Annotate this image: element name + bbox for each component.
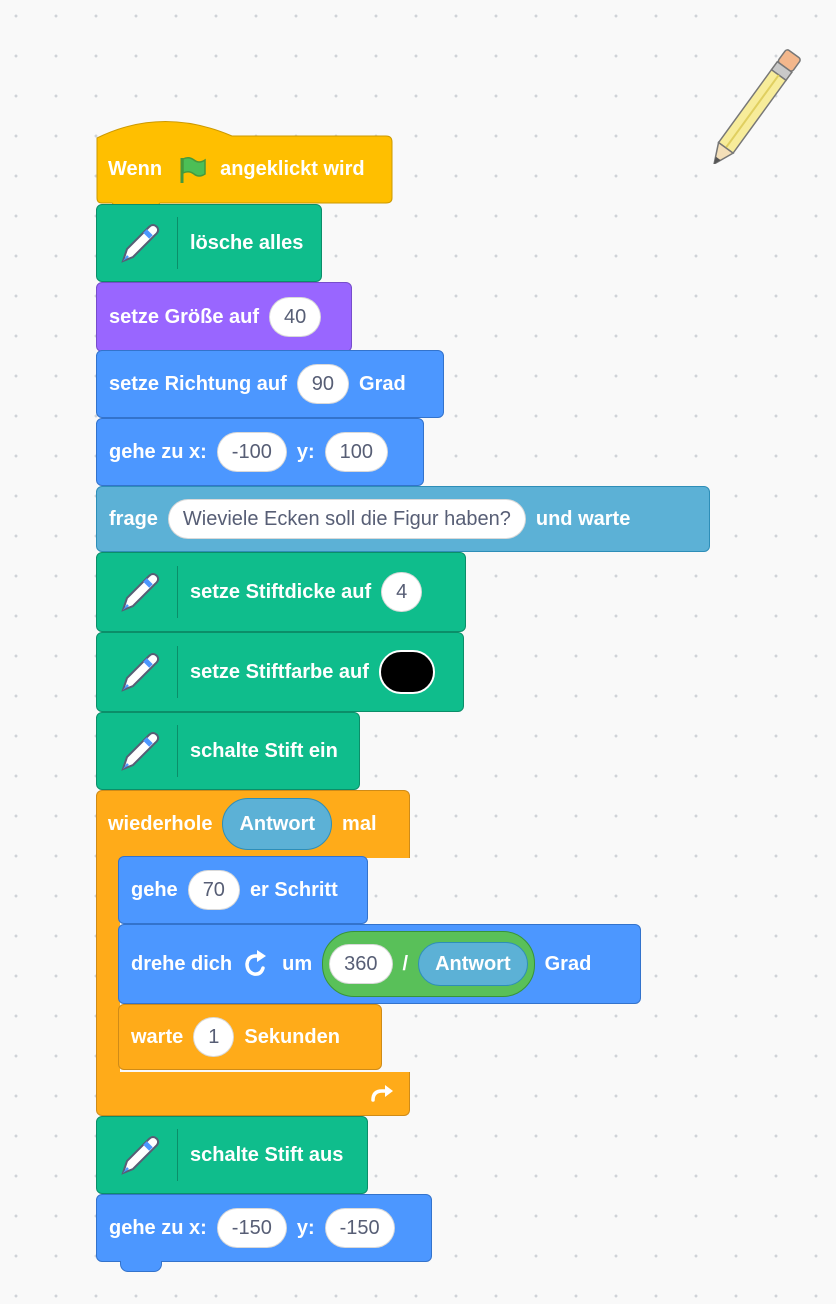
pen-extension-icon	[111, 215, 167, 271]
steps-input[interactable]: 70	[187, 870, 240, 910]
divide-operator[interactable]: 360 / Antwort	[322, 931, 535, 997]
seconds-input[interactable]: 1	[193, 1017, 235, 1057]
go-to-xy-block[interactable]: gehe zu x: -100 y: 100	[96, 418, 424, 486]
pen-divider	[177, 217, 178, 269]
when-flag-clicked-block[interactable]: Wenn angeklickt wird	[96, 112, 393, 204]
pen-clear-block[interactable]: lösche alles	[96, 204, 322, 282]
pen-extension-icon	[111, 564, 167, 620]
ask-and-wait-block[interactable]: frage Wieviele Ecken soll die Figur habe…	[96, 486, 710, 552]
pen-divider	[177, 646, 178, 698]
pen-color-swatch[interactable]	[378, 650, 435, 694]
degree-label: Grad	[544, 952, 592, 975]
pen-down-label: schalte Stift ein	[190, 739, 338, 762]
pen-up-label: schalte Stift aus	[190, 1143, 344, 1166]
clear-label: lösche alles	[190, 231, 304, 254]
turn-right-block[interactable]: drehe dich um 360 / Antwort Grad	[118, 924, 641, 1004]
pen-extension-icon	[111, 723, 167, 779]
set-size-block[interactable]: setze Größe auf 40	[96, 282, 352, 352]
when-label: Wenn	[108, 158, 163, 180]
set-size-label: setze Größe auf	[109, 305, 260, 328]
go-to-x-label: gehe zu x:	[109, 1216, 207, 1239]
pen-divider	[177, 566, 178, 618]
pen-down-block[interactable]: schalte Stift ein	[96, 712, 360, 790]
pen-divider	[177, 1129, 178, 1181]
seconds-label: Sekunden	[244, 1025, 340, 1048]
go-to-xy-block-2[interactable]: gehe zu x: -150 y: -150	[96, 1194, 432, 1262]
pencil-sprite-icon[interactable]	[708, 40, 818, 164]
green-flag-icon	[180, 156, 206, 183]
ask-label: frage	[109, 507, 158, 530]
pen-divider	[177, 725, 178, 777]
answer-reporter[interactable]: Antwort	[222, 798, 333, 850]
pen-extension-icon	[111, 644, 167, 700]
turn-label: drehe dich	[131, 952, 233, 975]
size-input[interactable]: 40	[269, 297, 322, 337]
pen-extension-icon	[111, 1127, 167, 1183]
set-pen-size-block[interactable]: setze Stiftdicke auf 4	[96, 552, 466, 632]
times-label: mal	[342, 812, 377, 835]
rotate-right-icon	[245, 950, 267, 976]
y-label: y:	[296, 440, 315, 463]
y-label: y:	[296, 1216, 315, 1239]
block-bottom-tab	[120, 1261, 162, 1272]
move-label: gehe	[131, 878, 178, 901]
by-label: um	[282, 952, 313, 975]
pen-up-block[interactable]: schalte Stift aus	[96, 1116, 368, 1194]
question-input[interactable]: Wieviele Ecken soll die Figur haben?	[167, 499, 526, 539]
direction-input[interactable]: 90	[296, 364, 350, 404]
wait-seconds-block[interactable]: warte 1 Sekunden	[118, 1004, 382, 1070]
set-pen-color-block[interactable]: setze Stiftfarbe auf	[96, 632, 464, 712]
y-input[interactable]: 100	[324, 432, 388, 472]
degree-label: Grad	[359, 372, 406, 395]
clicked-label: angeklickt wird	[220, 158, 365, 180]
move-steps-block[interactable]: gehe 70 er Schritt	[118, 856, 368, 924]
repeat-label: wiederhole	[108, 812, 213, 835]
pen-size-input[interactable]: 4	[381, 572, 423, 612]
set-pen-color-label: setze Stiftfarbe auf	[190, 660, 369, 683]
x-input[interactable]: -150	[216, 1208, 287, 1248]
set-pen-size-label: setze Stiftdicke auf	[190, 580, 372, 603]
point-direction-label: setze Richtung auf	[109, 372, 287, 395]
x-input[interactable]: -100	[216, 432, 287, 472]
numerator-input[interactable]: 360	[329, 944, 393, 984]
steps-label: er Schritt	[249, 878, 338, 901]
go-to-x-label: gehe zu x:	[109, 440, 207, 463]
and-wait-label: und warte	[535, 507, 631, 530]
answer-reporter[interactable]: Antwort	[418, 942, 528, 986]
divide-sign: /	[402, 952, 409, 975]
point-direction-block[interactable]: setze Richtung auf 90 Grad	[96, 350, 444, 418]
repeat-arrow-icon	[371, 1085, 393, 1102]
wait-label: warte	[131, 1025, 184, 1048]
y-input[interactable]: -150	[324, 1208, 395, 1248]
